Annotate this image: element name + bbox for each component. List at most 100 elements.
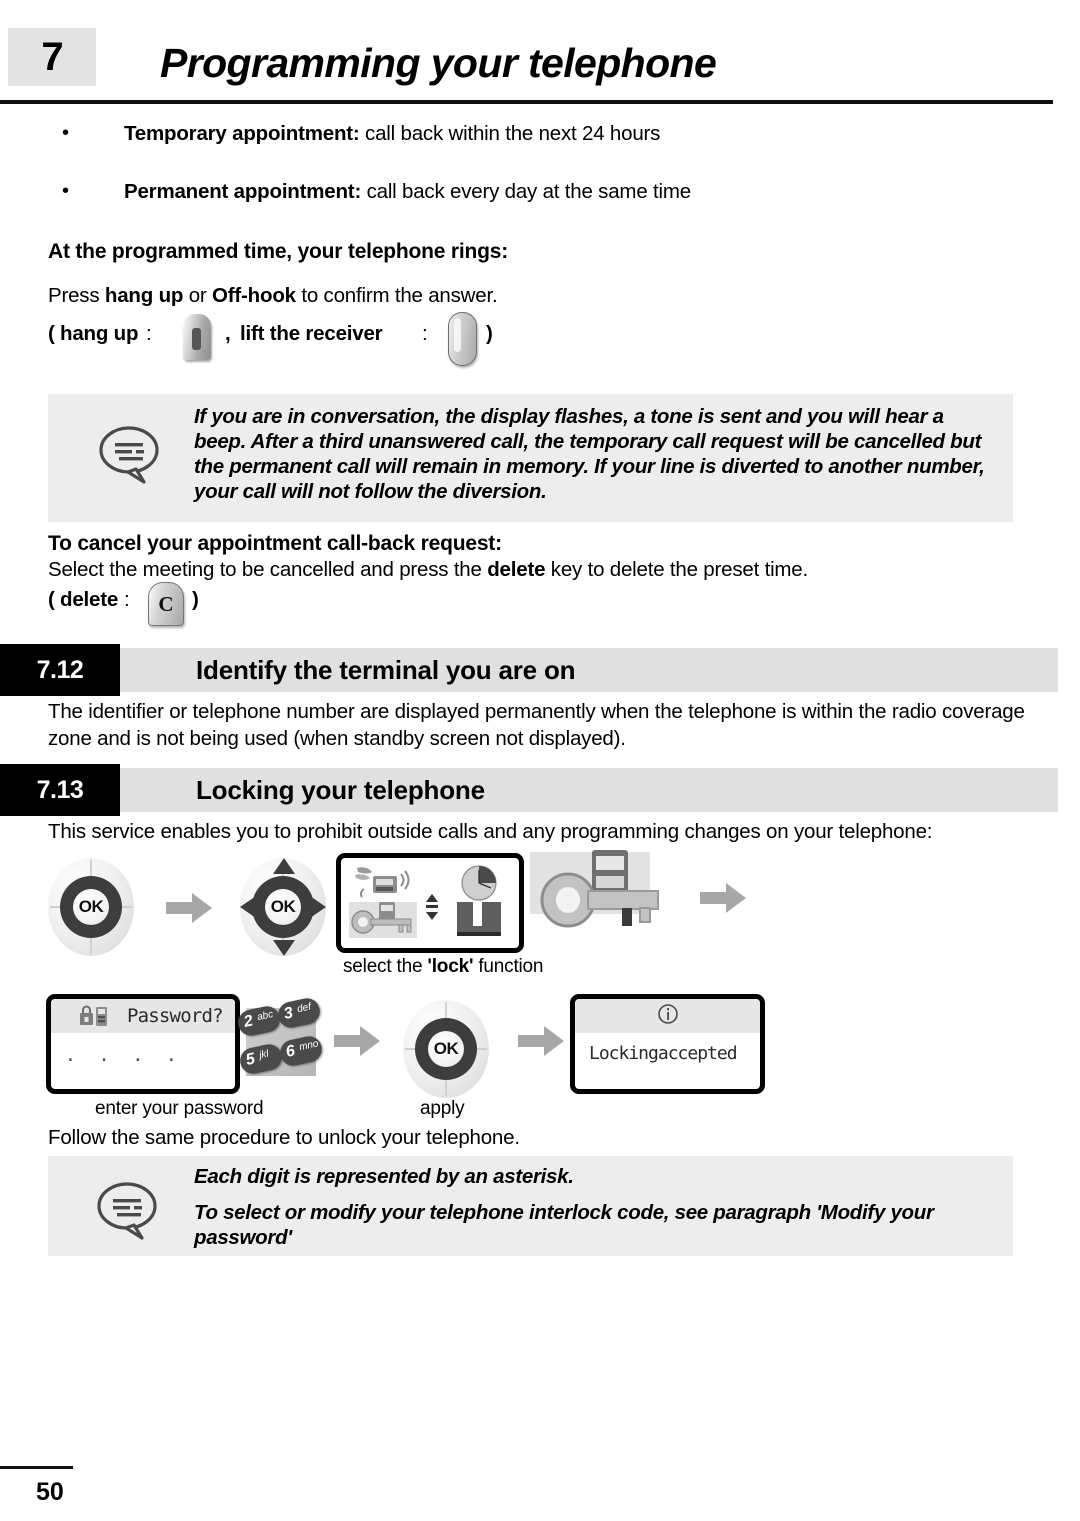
- arrow-shaft: [334, 1035, 362, 1047]
- password-masked-value: . . . .: [65, 1045, 183, 1066]
- cancel-text-suffix: key to delete the preset time.: [545, 558, 809, 581]
- bullet-detail: call back every day at the same time: [361, 180, 692, 203]
- chevron-left-icon[interactable]: [240, 896, 256, 918]
- section-header-7-12: 7.12 Identify the terminal you are on: [0, 644, 1058, 696]
- page-number: 50: [36, 1478, 64, 1506]
- arrow-head: [360, 1026, 380, 1056]
- page-title: Programming your telephone: [160, 40, 717, 86]
- key-legend-close-paren: ): [486, 322, 493, 345]
- chevron-up-icon[interactable]: [273, 858, 295, 874]
- caption-suffix: function: [473, 956, 544, 977]
- off-hook-bold: Off-hook: [212, 284, 296, 307]
- arrow-shaft: [518, 1035, 546, 1047]
- caption-enter-password: enter your password: [95, 1098, 264, 1119]
- section-title-7-12: Identify the terminal you are on: [196, 655, 576, 685]
- flow-arrow-icon: [334, 1026, 380, 1056]
- press-prefix: Press: [48, 284, 105, 307]
- bullet-dot: •: [62, 122, 69, 144]
- key-legend-lift-label: lift the receiver: [240, 322, 383, 345]
- bullet-dot: •: [62, 180, 69, 202]
- delete-bold: delete: [487, 558, 546, 581]
- delete-legend-open-paren: (: [48, 588, 55, 611]
- caption-prefix: select the: [343, 956, 428, 977]
- caption-apply: apply: [420, 1098, 465, 1119]
- key-legend-hangup-label: hang up: [60, 322, 139, 345]
- section-body-7-13: This service enables you to prohibit out…: [48, 820, 933, 843]
- chapter-number: 7: [41, 34, 63, 79]
- hang-up-key-icon: [183, 314, 211, 360]
- keypad-digit: 5: [244, 1050, 257, 1069]
- bullet-content: Temporary appointment: call back within …: [124, 122, 660, 146]
- flow-arrow-icon: [166, 893, 212, 923]
- bullet-label: Temporary appointment:: [124, 122, 360, 145]
- bullet-label: Permanent appointment:: [124, 180, 362, 203]
- password-screen-titlebar: Password?: [51, 999, 235, 1033]
- note-box-conversation: If you are in conversation, the display …: [48, 394, 1013, 522]
- key-legend-colon-1: :: [146, 322, 152, 345]
- bullet-content: Permanent appointment: call back every d…: [124, 180, 691, 204]
- keypad-letters: mno: [298, 1038, 320, 1054]
- navigator-center: OK: [265, 889, 301, 925]
- section-number-7-12: 7.12: [0, 644, 120, 696]
- arrow-shaft: [700, 892, 728, 904]
- keypad-letters: def: [296, 1001, 313, 1016]
- password-screen-title: Password?: [127, 1005, 224, 1027]
- arrow-head: [544, 1026, 564, 1056]
- header-divider: [0, 100, 1053, 104]
- cancel-request-heading: To cancel your appointment call-back req…: [48, 532, 502, 555]
- hang-up-bold: hang up: [104, 284, 184, 307]
- caption-select-lock: select the 'lock' function: [343, 956, 543, 978]
- delete-legend-colon: :: [124, 588, 130, 611]
- appointment-press-line: Press hang up or Off-hook to confirm the…: [48, 282, 498, 309]
- keypad-letters: abc: [256, 1009, 275, 1024]
- flow-arrow-icon: [518, 1026, 564, 1056]
- ringing-phone-icon: [351, 864, 413, 905]
- speech-bubble-icon: [98, 422, 164, 493]
- appointment-subheading: At the programmed time, your telephone r…: [48, 240, 509, 263]
- keypad-digit: 2: [242, 1012, 255, 1031]
- ok-label: OK: [270, 897, 296, 916]
- ok-button-icon[interactable]: OK: [48, 858, 134, 956]
- ok-label: OK: [433, 1039, 459, 1058]
- cancel-request-body: Select the meeting to be cancelled and p…: [48, 556, 808, 583]
- section-body-7-12: The identifier or telephone number are d…: [48, 700, 1025, 750]
- navigator-button-icon[interactable]: OK: [240, 858, 326, 956]
- ok-button-center: OK: [73, 889, 109, 925]
- note-text: If you are in conversation, the display …: [194, 405, 985, 503]
- speech-bubble-icon: [96, 1178, 162, 1249]
- key-legend-open-paren: (: [48, 322, 55, 345]
- note-line-2: To select or modify your telephone inter…: [194, 1201, 934, 1249]
- chapter-number-box: 7: [8, 28, 96, 86]
- press-conjunction: or: [183, 284, 213, 307]
- key-legend-colon-2: :: [422, 322, 428, 345]
- result-screen-text: Lockingaccepted: [589, 1043, 738, 1064]
- page-header: 7 Programming your telephone: [0, 0, 1080, 104]
- keypad-icon[interactable]: 2 abc 3 def 5 jkl 6 mno: [235, 995, 325, 1080]
- keypad-letters: jkl: [258, 1048, 270, 1062]
- bullet-detail: call back within the next 24 hours: [359, 122, 661, 145]
- arrow-shaft: [166, 902, 194, 914]
- note-line-1: Each digit is represented by an asterisk…: [194, 1165, 574, 1188]
- press-suffix: to confirm the answer.: [295, 284, 498, 307]
- note-box-password: Each digit is represented by an asterisk…: [48, 1156, 1013, 1256]
- ok-label: OK: [78, 897, 104, 916]
- section-title-7-13: Locking your telephone: [196, 775, 485, 805]
- book-lock-icon: [455, 900, 503, 943]
- flow-arrow-icon: [700, 883, 746, 913]
- section-number-7-13: 7.13: [0, 764, 120, 816]
- lock-function-icon: [349, 902, 417, 943]
- section-header-7-13: 7.13 Locking your telephone: [0, 764, 1058, 816]
- chevron-right-icon[interactable]: [310, 896, 326, 918]
- password-screen: Password? . . . .: [46, 994, 240, 1094]
- lock-phone-icon: [79, 1005, 109, 1027]
- info-icon: [657, 1003, 679, 1030]
- magnified-lock-icon: [530, 850, 666, 951]
- cancel-text-prefix: Select the meeting to be cancelled and p…: [48, 558, 488, 581]
- result-screen-titlebar: [575, 999, 760, 1033]
- delete-legend-close-paren: ): [192, 588, 199, 611]
- arrow-head: [726, 883, 746, 913]
- chevron-down-icon[interactable]: [273, 940, 295, 956]
- lift-receiver-key-icon: [448, 312, 477, 366]
- keypad-digit: 6: [284, 1042, 297, 1061]
- apply-ok-button-icon[interactable]: OK: [403, 1000, 489, 1098]
